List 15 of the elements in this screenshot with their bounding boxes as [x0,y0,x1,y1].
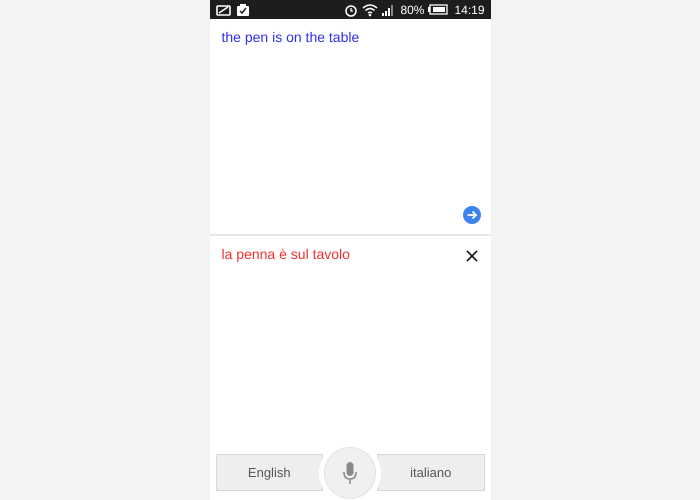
clock: 14:19 [454,2,484,16]
alarm-icon [344,2,358,16]
battery-icon [428,4,448,15]
battery-percent: 80% [400,2,424,16]
source-text-field[interactable]: the pen is on the table [210,19,372,55]
microphone-button[interactable] [324,446,376,498]
arrow-right-icon[interactable] [462,206,480,224]
clipboard-icon [236,2,250,16]
message-icon [216,4,232,16]
target-language-button[interactable]: italiano [377,454,484,491]
translation-text: la penna è sul tavolo [220,245,351,264]
close-icon[interactable] [466,250,478,262]
source-language-button[interactable]: English [216,454,323,491]
wifi-icon [362,2,378,16]
microphone-icon [343,462,357,484]
